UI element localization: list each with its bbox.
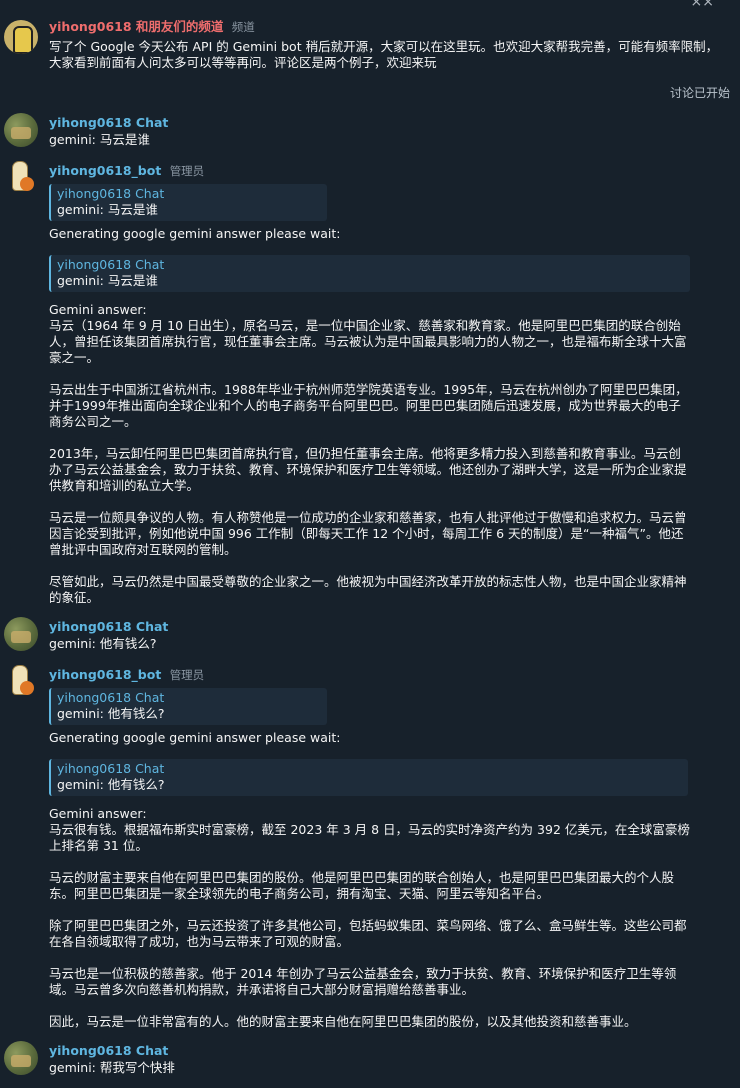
message-bot-1-header: yihong0618_bot 管理员 bbox=[49, 162, 730, 180]
message-bot-2-header: yihong0618_bot 管理员 bbox=[49, 666, 730, 684]
user-avatar[interactable] bbox=[4, 617, 38, 651]
quote-text: gemini: 马云是谁 bbox=[57, 273, 158, 288]
answer-paragraph: 除了阿里巴巴集团之外，马云还投资了许多其他公司，包括蚂蚁集团、菜鸟网络、饿了么、… bbox=[49, 918, 687, 949]
basketball-icon bbox=[20, 177, 34, 191]
sender-name[interactable]: yihong0618 Chat bbox=[49, 114, 730, 131]
answer-paragraph: 马云（1964 年 9 月 10 日出生），原名马云，是一位中国企业家、慈善家和… bbox=[49, 318, 687, 365]
channel-post-text: 写了个 Google 今天公布 API 的 Gemini bot 稍后就开源，大… bbox=[49, 39, 719, 70]
sender-name[interactable]: yihong0618 Chat bbox=[49, 618, 730, 635]
quote-sender: yihong0618 Chat bbox=[57, 257, 165, 272]
sender-name[interactable]: yihong0618_bot bbox=[49, 163, 161, 178]
sender-name[interactable]: yihong0618 Chat bbox=[49, 1042, 730, 1059]
user-avatar[interactable] bbox=[4, 1041, 38, 1075]
admin-badge: 管理员 bbox=[169, 668, 205, 682]
answer-label: Gemini answer: bbox=[49, 302, 147, 317]
quote-sender: yihong0618 Chat bbox=[57, 690, 165, 705]
channel-tag: 频道 bbox=[231, 20, 255, 34]
answer-paragraph: 尽管如此，马云仍然是中国最受尊敬的企业家之一。他被视为中国经济改革开放的标志性人… bbox=[49, 574, 687, 605]
wait-text: Generating google gemini answer please w… bbox=[49, 226, 341, 241]
answer-paragraph: 马云也是一位积极的慈善家。他于 2014 年创办了马云公益基金会，致力于扶贫、教… bbox=[49, 966, 677, 997]
message-text: gemini: 马云是谁 bbox=[49, 132, 150, 147]
channel-avatar[interactable] bbox=[4, 20, 38, 54]
wait-text: Generating google gemini answer please w… bbox=[49, 730, 341, 745]
channel-name[interactable]: yihong0618 和朋友们的频道 bbox=[49, 19, 223, 34]
answer-paragraph: 马云很有钱。根据福布斯实时富豪榜，截至 2023 年 3 月 8 日，马云的实时… bbox=[49, 822, 690, 853]
answer-paragraph: 因此，马云是一位非常富有的人。他的财富主要来自他在阿里巴巴集团的股份，以及其他投… bbox=[49, 1014, 637, 1029]
message-text: gemini: 帮我写个快排 bbox=[49, 1060, 175, 1075]
message-text: gemini: 他有钱么? bbox=[49, 636, 157, 651]
discussion-started-label: 讨论已开始 bbox=[669, 86, 730, 100]
gemini-answer: Gemini answer: 马云很有钱。根据福布斯实时富豪榜，截至 2023 … bbox=[49, 806, 692, 1030]
user-avatar[interactable] bbox=[4, 113, 38, 147]
reply-quote[interactable]: yihong0618 Chat gemini: 马云是谁 bbox=[49, 184, 327, 221]
channel-post: yihong0618 和朋友们的频道 频道 写了个 Google 今天公布 AP… bbox=[49, 18, 730, 71]
sender-name[interactable]: yihong0618_bot bbox=[49, 667, 161, 682]
answer-paragraph: 2013年，马云卸任阿里巴巴集团首席执行官，但仍担任董事会主席。他将更多精力投入… bbox=[49, 446, 687, 493]
bot-avatar[interactable] bbox=[4, 159, 38, 193]
quote-sender: yihong0618 Chat bbox=[57, 186, 165, 201]
basketball-icon bbox=[20, 681, 34, 695]
answer-label: Gemini answer: bbox=[49, 806, 147, 821]
quote-text: gemini: 他有钱么? bbox=[57, 706, 165, 721]
message-user-3: yihong0618 Chat gemini: 帮我写个快排 bbox=[49, 1042, 730, 1076]
reply-quote[interactable]: yihong0618 Chat gemini: 马云是谁 bbox=[49, 255, 690, 292]
quote-text: gemini: 马云是谁 bbox=[57, 202, 158, 217]
bot-avatar[interactable] bbox=[4, 663, 38, 697]
message-user-1: yihong0618 Chat gemini: 马云是谁 bbox=[49, 114, 730, 148]
gemini-answer: Gemini answer: 马云（1964 年 9 月 10 日出生），原名马… bbox=[49, 302, 692, 606]
reply-quote[interactable]: yihong0618 Chat gemini: 他有钱么? bbox=[49, 688, 327, 725]
quote-sender: yihong0618 Chat bbox=[57, 761, 165, 776]
close-icon[interactable]: ⨯⨯ bbox=[691, 0, 714, 10]
quote-text: gemini: 他有钱么? bbox=[57, 777, 165, 792]
answer-paragraph: 马云的财富主要来自他在阿里巴巴集团的股份。他是阿里巴巴集团的联合创始人，也是阿里… bbox=[49, 870, 675, 901]
admin-badge: 管理员 bbox=[169, 164, 205, 178]
message-user-2: yihong0618 Chat gemini: 他有钱么? bbox=[49, 618, 730, 652]
reply-quote[interactable]: yihong0618 Chat gemini: 他有钱么? bbox=[49, 759, 688, 796]
answer-paragraph: 马云出生于中国浙江省杭州市。1988年毕业于杭州师范学院英语专业。1995年，马… bbox=[49, 382, 688, 429]
answer-paragraph: 马云是一位颇具争议的人物。有人称赞他是一位成功的企业家和慈善家，也有人批评他过于… bbox=[49, 510, 687, 557]
